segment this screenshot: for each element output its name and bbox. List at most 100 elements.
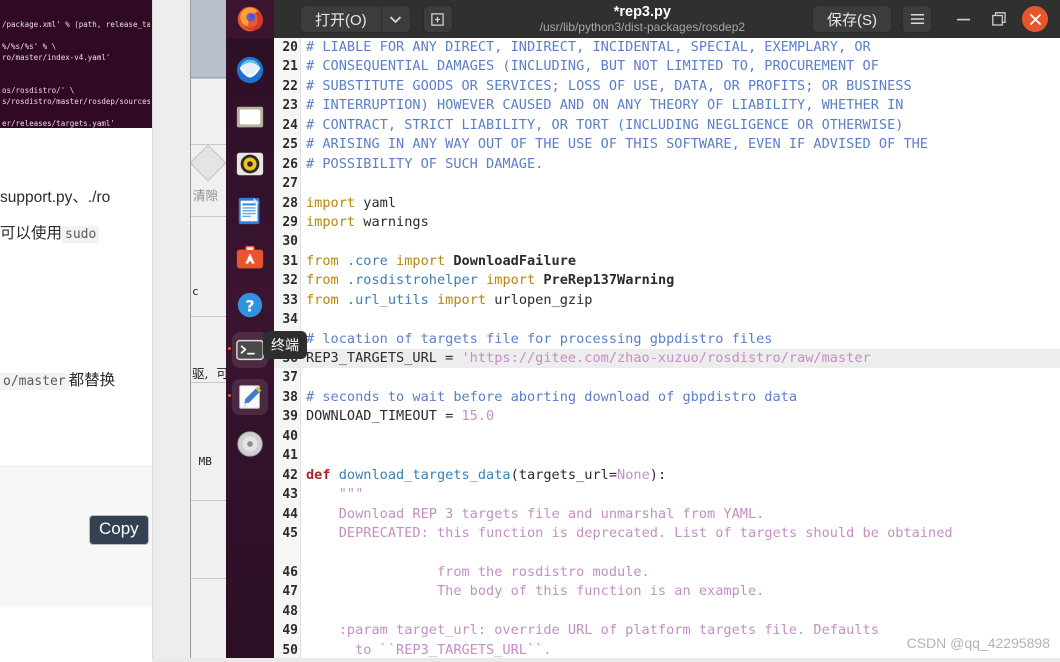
terminal-code-block: /package.xml' % (path, release_ta %/%s/%s… <box>0 0 152 128</box>
code-line[interactable]: 20 # LIABLE FOR ANY DIRECT, INDIRECT, INC… <box>274 38 1060 57</box>
maximize-icon <box>992 12 1006 26</box>
code-line-number: 48 <box>282 603 298 619</box>
code-line-text: # location of targets file for processin… <box>306 330 773 347</box>
firefox-icon <box>237 6 264 32</box>
dock-item-disc[interactable] <box>232 426 268 462</box>
code-line[interactable]: 48 <box>274 602 1060 621</box>
close-icon <box>1029 13 1041 25</box>
minimize-button[interactable] <box>950 6 976 32</box>
running-indicator-terminal <box>228 347 231 350</box>
code-line[interactable]: 22 # SUBSTITUTE GOODS OR SERVICES; LOSS O… <box>274 77 1060 96</box>
window-subtitle-path: /usr/lib/python3/dist-packages/rosdep2 <box>539 19 746 34</box>
new-tab-button[interactable] <box>422 5 453 33</box>
virtualbox-window[interactable]: 清隙 c 64-b 驱, 可 -V, MB 07 SVGA 禁用 禁用 道: o… <box>190 0 226 662</box>
browser-paragraph-2: 可以使用 sudo <box>0 224 152 245</box>
code-line-number: 32 <box>282 273 298 289</box>
code-line[interactable]: 29 import warnings <box>274 213 1060 232</box>
code-line[interactable]: 38 # seconds to wait before aborting down… <box>274 388 1060 407</box>
code-line-number: 20 <box>282 40 298 55</box>
vbox-section-preview: 清隙 <box>191 144 226 216</box>
code-line[interactable]: 28 import yaml <box>274 194 1060 213</box>
minimize-icon <box>956 18 970 20</box>
terminal-line: ro/master/index-v4.yaml' <box>2 53 111 62</box>
save-button[interactable]: 保存(S) <box>812 5 892 33</box>
maximize-button[interactable] <box>986 6 1012 32</box>
open-dropdown-button[interactable] <box>380 5 411 33</box>
code-line-number: 45 <box>282 525 298 541</box>
files-icon <box>236 106 264 128</box>
code-line-number: 28 <box>282 195 298 211</box>
code-line[interactable]: 45 DEPRECATED: this function is deprecat… <box>274 524 1060 563</box>
code-line[interactable]: 46 from the rosdistro module. <box>274 563 1060 582</box>
code-line-text: from .rosdistrohelper import PreRep137Wa… <box>306 272 675 289</box>
help-icon: ? <box>237 292 263 318</box>
close-button[interactable] <box>1022 6 1048 32</box>
dock-item-thunderbird[interactable] <box>232 52 268 88</box>
code-line-text: import yaml <box>306 194 397 211</box>
header-firefox-tile[interactable] <box>226 0 274 38</box>
code-line[interactable]: 41 <box>274 446 1060 465</box>
vbox-section-display: 驱, 可 -V, <box>191 316 226 382</box>
code-line[interactable]: 43 """ <box>274 485 1060 504</box>
code-line[interactable]: 36REP3_TARGETS_URL = 'https://gitee.com/… <box>274 349 1060 369</box>
code-line-number: 34 <box>282 312 298 328</box>
code-line-number: 37 <box>282 370 298 386</box>
dock-item-libreoffice-writer[interactable] <box>232 193 268 229</box>
screen: /package.xml' % (path, release_ta %/%s/%s… <box>0 0 1060 662</box>
dock-item-ubuntu-software[interactable] <box>232 240 268 276</box>
code-line[interactable]: 33 from .url_utils import urlopen_gzip <box>274 291 1060 310</box>
dock-item-text-editor[interactable] <box>228 379 268 415</box>
screen-bottom-edge <box>152 658 1060 662</box>
dock-item-files[interactable] <box>232 99 268 135</box>
browser-paragraph-2-text: 可以使用 <box>0 225 63 242</box>
dock-item-help[interactable]: ? <box>232 287 268 323</box>
vbox-section-storage: MB 07 SVGA 禁用 禁用 <box>191 382 226 500</box>
code-line-text: # CONSEQUENTIAL DAMAGES (INCLUDING, BUT … <box>306 58 879 75</box>
vbox-row-drive: 驱, 可 <box>192 366 226 381</box>
code-line-text: from .core import DownloadFailure <box>306 252 577 269</box>
code-line[interactable]: 44 Download REP 3 targets file and unmar… <box>274 505 1060 524</box>
code-line[interactable]: 47 The body of this function is an examp… <box>274 582 1060 601</box>
code-line[interactable]: 24 # CONTRACT, STRICT LIABILITY, OR TORT … <box>274 116 1060 135</box>
dock-item-rhythmbox[interactable] <box>232 146 268 182</box>
code-line-number: 38 <box>282 389 298 405</box>
ubuntu-software-icon <box>236 245 264 269</box>
code-line[interactable]: 23 # INTERRUPTION) HOWEVER CAUSED AND ON … <box>274 96 1060 115</box>
code-line[interactable]: 40 <box>274 427 1060 446</box>
code-area[interactable]: 20 # LIABLE FOR ANY DIRECT, INDIRECT, INC… <box>274 38 1060 662</box>
code-line[interactable]: 34 <box>274 310 1060 329</box>
libreoffice-writer-icon <box>238 197 260 225</box>
code-line-text: # ARISING IN ANY WAY OUT OF THE USE OF T… <box>306 136 928 153</box>
code-line[interactable]: 37 <box>274 368 1060 387</box>
code-line-text: # POSSIBILITY OF SUCH DAMAGE. <box>306 155 544 172</box>
running-indicator-text-editor <box>228 394 231 397</box>
browser-paragraph-1: support.py、./ro <box>0 189 111 206</box>
code-line[interactable]: 35# location of targets file for process… <box>274 330 1060 349</box>
code-line[interactable]: 39 DOWNLOAD_TIMEOUT = 15.0 <box>274 407 1060 426</box>
hamburger-menu-button[interactable] <box>902 5 932 33</box>
code-line[interactable]: 30 <box>274 232 1060 251</box>
code-line[interactable]: 27 <box>274 174 1060 193</box>
code-line[interactable]: 31 from .core import DownloadFailure <box>274 252 1060 271</box>
vbox-section-system: c 64-b <box>191 216 226 316</box>
code-line-text: :param target_url: override URL of platf… <box>306 622 879 639</box>
code-line-number: 24 <box>282 117 298 133</box>
code-line[interactable]: 25 # ARISING IN ANY WAY OUT OF THE USE OF… <box>274 135 1060 154</box>
new-tab-icon <box>431 12 444 26</box>
code-line-text: import warnings <box>306 213 429 230</box>
open-button[interactable]: 打开(O) <box>300 5 381 33</box>
code-line-number: 46 <box>282 564 298 580</box>
code-line[interactable]: 26 # POSSIBILITY OF SUCH DAMAGE. <box>274 155 1060 174</box>
thunderbird-icon <box>236 56 264 84</box>
copy-button[interactable]: Copy <box>89 515 149 545</box>
inline-code-master: o/master <box>0 373 69 390</box>
csdn-watermark: CSDN @qq_42295898 <box>906 635 1050 651</box>
terminal-icon <box>236 339 264 361</box>
code-line-text: """ <box>306 486 364 503</box>
code-line[interactable]: 32 from .rosdistrohelper import PreRep137… <box>274 271 1060 290</box>
code-line-text: The body of this function is an example. <box>306 583 765 600</box>
code-line[interactable]: 21 # CONSEQUENTIAL DAMAGES (INCLUDING, BU… <box>274 57 1060 76</box>
code-line-number: 26 <box>282 156 298 172</box>
code-line[interactable]: 42 def download_targets_data(targets_url=… <box>274 466 1060 485</box>
code-editor[interactable]: 20 # LIABLE FOR ANY DIRECT, INDIRECT, INC… <box>274 38 1060 662</box>
